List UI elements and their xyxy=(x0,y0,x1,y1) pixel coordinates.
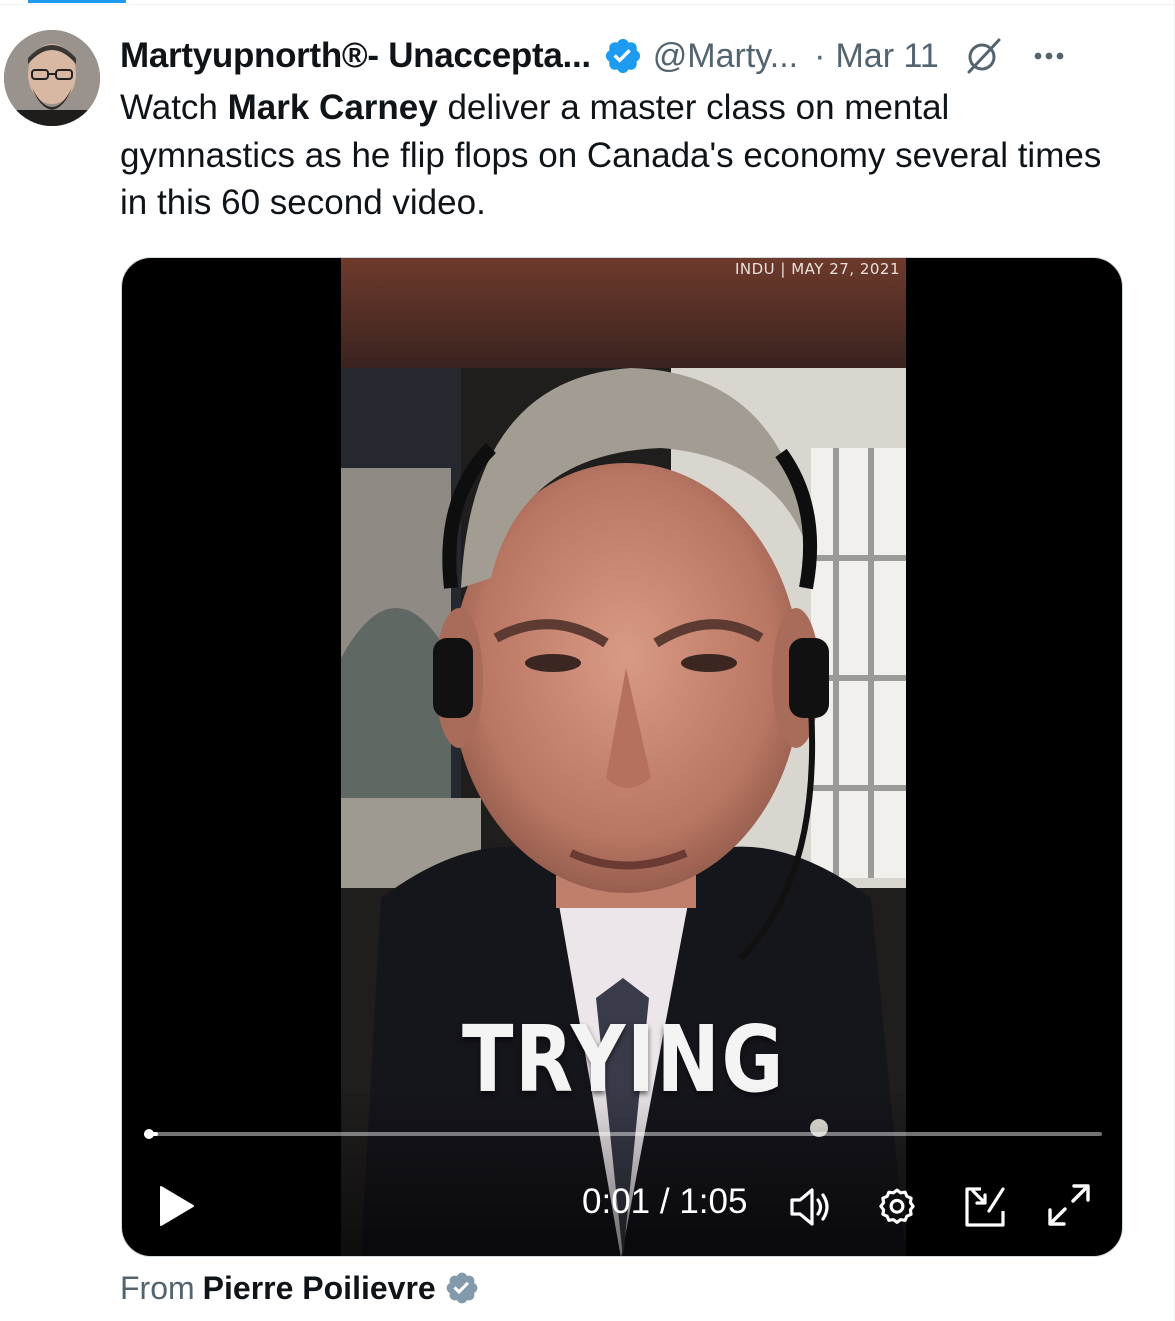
verified-badge-icon[interactable] xyxy=(603,36,643,76)
from-author-link[interactable]: Pierre Poilievre xyxy=(203,1270,436,1307)
avatar[interactable] xyxy=(4,30,100,126)
source-tag: INDU | MAY 27, 2021 xyxy=(734,260,900,278)
separator-dot: · xyxy=(814,36,826,75)
video-attribution: From Pierre Poilievre xyxy=(120,1266,480,1310)
play-icon xyxy=(160,1186,194,1226)
tweet-text-intro: Watch xyxy=(120,88,228,127)
fullscreen-button[interactable] xyxy=(1044,1180,1094,1230)
expand-icon xyxy=(1048,1184,1090,1226)
duration: 1:05 xyxy=(679,1182,748,1221)
grok-icon[interactable] xyxy=(961,34,1005,78)
progress-scrubber[interactable] xyxy=(144,1129,154,1139)
current-time: 0:01 xyxy=(582,1182,651,1221)
tweet-text: Watch Mark Carney deliver a master class… xyxy=(120,84,1120,227)
gear-icon xyxy=(879,1188,915,1224)
video-player[interactable]: INDU | MAY 27, 2021 TRYING 0:01 / 1:05 xyxy=(121,257,1123,1257)
tweet-header: Martyupnorth®- Unaccepta... @Marty... · … xyxy=(120,32,1130,80)
progress-bar[interactable] xyxy=(144,1132,1102,1136)
play-button[interactable] xyxy=(152,1176,202,1236)
settings-button[interactable] xyxy=(872,1182,922,1232)
picture-in-picture-button[interactable] xyxy=(960,1182,1010,1232)
from-label: From xyxy=(120,1269,195,1306)
author-handle[interactable]: @Marty... xyxy=(653,37,798,76)
tweet-date[interactable]: Mar 11 xyxy=(835,37,938,76)
video-time: 0:01 / 1:05 xyxy=(582,1182,747,1222)
divider xyxy=(0,4,1175,5)
tweet-text-bold: Mark Carney xyxy=(227,88,438,127)
volume-button[interactable] xyxy=(786,1182,836,1232)
more-options-icon[interactable] xyxy=(1029,36,1069,76)
avatar-image xyxy=(4,30,100,126)
verified-badge-icon[interactable] xyxy=(444,1270,480,1306)
author-name[interactable]: Martyupnorth®- Unaccepta... xyxy=(120,36,591,76)
time-separator: / xyxy=(650,1182,680,1221)
tab-indicator xyxy=(28,0,126,3)
speaker-icon xyxy=(790,1188,829,1226)
picture-in-picture-icon xyxy=(965,1187,1005,1227)
